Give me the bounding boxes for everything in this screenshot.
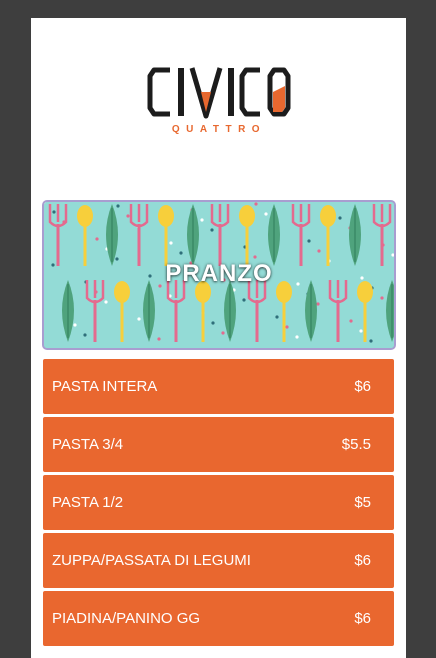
confetti-dot (104, 300, 108, 304)
menu-item-price: $6 (354, 552, 371, 569)
spoon-icon (276, 281, 292, 342)
spoon-icon (357, 281, 373, 342)
confetti-dot (275, 315, 279, 319)
confetti-dot (116, 204, 120, 208)
confetti-dot (317, 249, 321, 253)
menu-item-label: PASTA 3/4 (52, 436, 124, 453)
spoon-icon (320, 205, 336, 266)
confetti-dot (73, 323, 77, 327)
leaf-icon (386, 280, 394, 342)
confetti-dot (126, 214, 130, 218)
confetti-dot (264, 212, 268, 216)
leaf-icon (349, 204, 361, 266)
confetti-dot (200, 218, 204, 222)
banner-title: PRANZO (165, 260, 273, 287)
menu-item-label: PASTA 1/2 (52, 494, 124, 511)
menu-item-pasta-3-4[interactable]: PASTA 3/4 $5.5 (43, 417, 394, 472)
menu-item-zuppa[interactable]: ZUPPA/PASSATA DI LEGUMI $6 (43, 533, 394, 588)
fork-icon (372, 204, 392, 266)
leaf-icon (187, 204, 199, 266)
confetti-dot (210, 228, 214, 232)
confetti-dot (242, 298, 246, 302)
leaf-icon (305, 280, 317, 342)
confetti-dot (95, 237, 99, 241)
confetti-dot (179, 251, 183, 255)
confetti-dot (338, 216, 342, 220)
confetti-dot (157, 337, 161, 341)
confetti-dot (391, 253, 394, 257)
menu-card: QUATTRO PRANZO PASTA INTERA $6 PASTA 3/4… (31, 18, 406, 658)
confetti-dot (349, 319, 353, 323)
confetti-dot (137, 317, 141, 321)
fork-icon (328, 280, 348, 342)
confetti-dot (254, 202, 258, 206)
spoon-icon (158, 205, 174, 266)
confetti-dot (316, 302, 320, 306)
menu-item-price: $5 (354, 494, 371, 511)
fork-icon (210, 204, 230, 266)
confetti-dot (380, 296, 384, 300)
confetti-dot (169, 241, 173, 245)
confetti-dot (253, 255, 257, 259)
confetti-dot (307, 239, 311, 243)
menu-item-pasta-1-2[interactable]: PASTA 1/2 $5 (43, 475, 394, 530)
menu-list: PASTA INTERA $6 PASTA 3/4 $5.5 PASTA 1/2… (43, 359, 394, 649)
confetti-dot (359, 329, 363, 333)
confetti-dot (221, 331, 225, 335)
fork-icon (85, 280, 105, 342)
fork-icon (129, 204, 149, 266)
confetti-dot (295, 335, 299, 339)
menu-item-label: ZUPPA/PASSATA DI LEGUMI (52, 552, 251, 569)
leaf-icon (268, 204, 280, 266)
fork-icon (291, 204, 311, 266)
confetti-dot (52, 210, 56, 214)
menu-item-price: $5.5 (341, 436, 371, 453)
logo-tagline: QUATTRO (171, 124, 267, 135)
spoon-icon (114, 281, 130, 342)
fork-icon (48, 204, 68, 266)
confetti-dot (285, 325, 289, 329)
menu-item-price: $6 (354, 378, 371, 395)
spoon-icon (195, 281, 211, 342)
menu-item-pasta-intera[interactable]: PASTA INTERA $6 (43, 359, 394, 414)
leaf-icon (143, 280, 155, 342)
fork-icon (166, 280, 186, 342)
pranzo-banner[interactable]: PRANZO (42, 200, 396, 350)
menu-item-label: PIADINA/PANINO GG (52, 610, 201, 627)
spoon-icon (239, 205, 255, 266)
confetti-dot (44, 202, 46, 204)
spoon-icon (77, 205, 93, 266)
leaf-icon (106, 204, 118, 266)
menu-item-price: $6 (354, 610, 371, 627)
confetti-dot (83, 333, 87, 337)
confetti-dot (211, 321, 215, 325)
fork-icon (247, 280, 267, 342)
confetti-dot (369, 339, 373, 343)
menu-item-label: PASTA INTERA (52, 378, 158, 395)
leaf-icon (62, 280, 74, 342)
